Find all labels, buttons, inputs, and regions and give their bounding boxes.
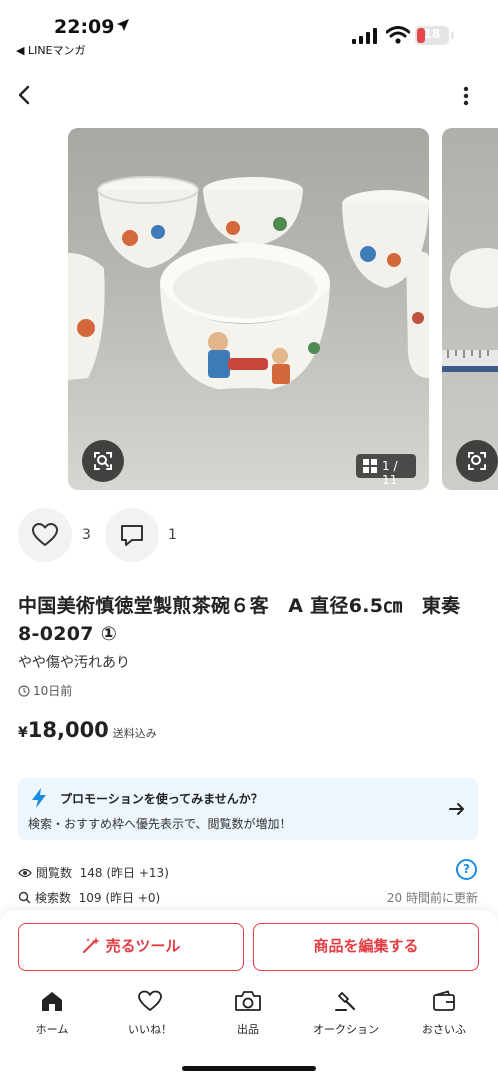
posted-time: 10日前 xyxy=(18,682,72,699)
tab-likes-label: いいね！ xyxy=(128,1023,172,1036)
tab-wallet-label: おさいふ xyxy=(422,1023,466,1036)
views-value: 148 (昨日 +13) xyxy=(79,866,169,880)
more-options-icon[interactable] xyxy=(456,84,476,108)
tab-likes[interactable]: いいね！ xyxy=(110,990,190,1040)
tab-auction-label: オークション xyxy=(313,1023,379,1036)
arrow-right-icon xyxy=(449,803,464,815)
battery-tip xyxy=(451,32,454,39)
sell-tool-label: 売るツール xyxy=(105,937,181,955)
edit-item-button[interactable]: 商品を編集する xyxy=(253,923,479,971)
home-icon xyxy=(42,992,62,1011)
price-value: 18,000 xyxy=(27,718,109,742)
item-condition: やや傷や汚れあり xyxy=(18,655,130,671)
scan-icon xyxy=(468,452,486,470)
gavel-icon xyxy=(335,992,356,1011)
search-icon xyxy=(18,891,31,904)
tab-sell-label: 出品 xyxy=(237,1023,259,1036)
views-stat: 閲覧数 148 (昨日 +13) xyxy=(18,864,169,881)
tab-auction[interactable]: オークション xyxy=(306,990,386,1040)
image-search-button-next[interactable] xyxy=(456,440,498,482)
views-label: 閲覧数 xyxy=(36,866,73,880)
photo-counter: 1 / 11 xyxy=(356,454,416,487)
back-to-app-link[interactable]: ◀ LINEマンガ xyxy=(16,42,86,58)
like-button[interactable] xyxy=(18,508,72,562)
promo-title: プロモーションを使ってみませんか？ xyxy=(60,792,263,806)
tab-wallet[interactable]: おさいふ xyxy=(404,990,484,1040)
comment-button[interactable] xyxy=(105,508,159,562)
comment-count: 1 xyxy=(168,527,177,543)
lightning-icon xyxy=(32,788,46,808)
wifi-icon xyxy=(386,26,410,44)
wallet-icon xyxy=(433,990,455,1011)
home-indicator xyxy=(182,1066,316,1071)
shipping-note: 送料込み xyxy=(112,727,157,740)
back-chevron-icon[interactable] xyxy=(12,82,38,108)
tab-home-label: ホーム xyxy=(35,1023,69,1036)
tab-sell[interactable]: 出品 xyxy=(208,990,288,1040)
scan-icon xyxy=(94,452,112,470)
grid-icon xyxy=(363,459,377,473)
next-photo-illustration xyxy=(442,248,498,372)
image-search-button[interactable] xyxy=(82,440,124,482)
promotion-banner[interactable]: プロモーションを使ってみませんか？ 検索・おすすめ枠へ優先表示で、閲覧数が増加！ xyxy=(18,778,478,840)
comment-icon xyxy=(121,525,143,546)
cell-signal-icon xyxy=(352,28,377,44)
updated-time: 20 時間前に更新 xyxy=(386,891,478,905)
next-product-photo[interactable] xyxy=(442,128,498,490)
sparkle-wand-icon xyxy=(82,937,100,953)
heart-icon xyxy=(138,990,162,1011)
photo-counter-text: 1 / 11 xyxy=(382,459,398,487)
edit-item-label: 商品を編集する xyxy=(313,937,419,955)
item-title: 中国美術慎徳堂製煎茶碗６客 A 直径6.5㎝ 東奏 8-0207 ① xyxy=(18,595,461,645)
price-currency: ¥ xyxy=(18,725,28,741)
like-count: 3 xyxy=(82,527,91,543)
status-time: 22:09 xyxy=(54,16,115,38)
clock-icon xyxy=(18,685,30,697)
eye-icon xyxy=(18,868,32,878)
battery-level: 18 xyxy=(423,27,441,41)
product-photo[interactable] xyxy=(68,128,429,490)
camera-icon xyxy=(235,991,261,1011)
posted-time-text: 10日前 xyxy=(33,684,73,698)
search-label: 検索数 xyxy=(35,891,72,905)
promo-subtitle: 検索・おすすめ枠へ優先表示で、閲覧数が増加！ xyxy=(28,817,292,831)
status-bar: 22:09 ◀ LINEマンガ 18 xyxy=(0,0,498,60)
sell-tool-button[interactable]: 売るツール xyxy=(18,923,244,971)
battery-icon: 18 xyxy=(415,26,449,45)
search-value: 109 (昨日 +0) xyxy=(78,891,161,905)
location-arrow-icon xyxy=(117,19,129,31)
search-stat: 検索数 109 (昨日 +0) xyxy=(18,889,160,906)
tea-cups-illustration xyxy=(68,176,429,400)
tab-home[interactable]: ホーム xyxy=(12,990,92,1040)
price: ¥18,000 送料込み xyxy=(18,718,157,742)
stats-help-button[interactable]: ? xyxy=(456,859,477,880)
heart-icon xyxy=(32,523,58,546)
